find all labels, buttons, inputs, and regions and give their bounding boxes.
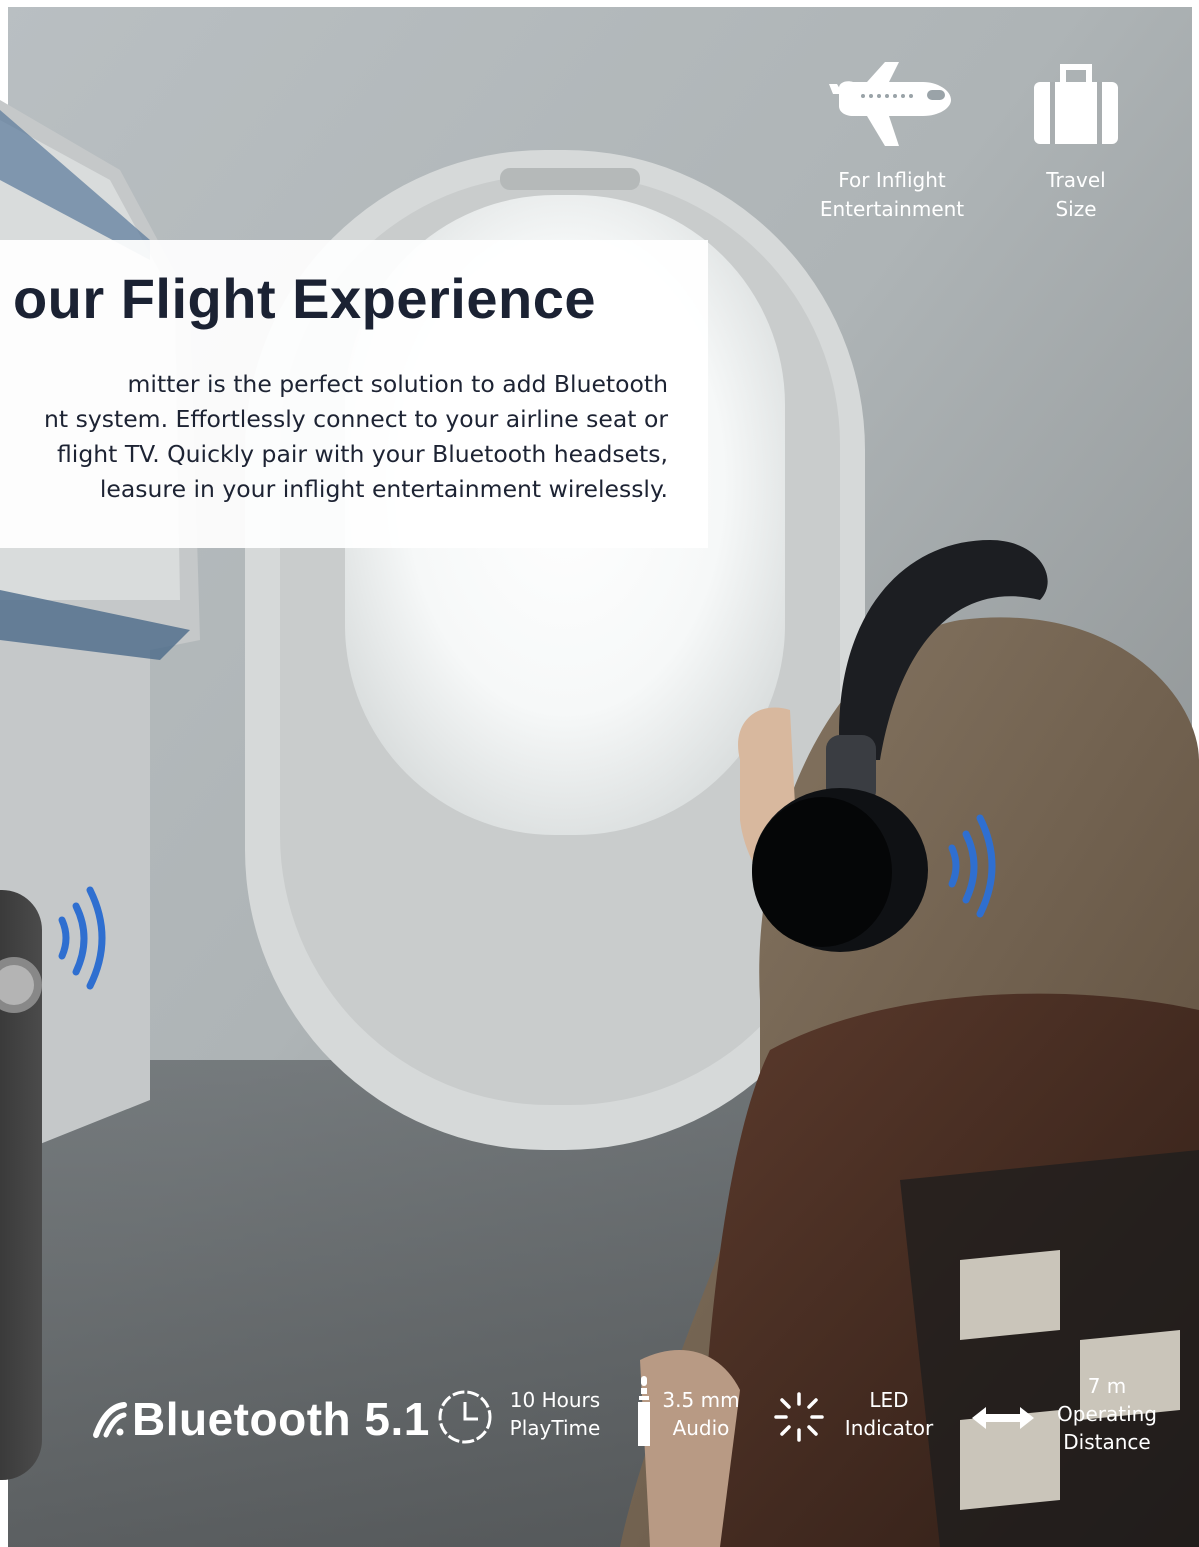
badge-travel-size: Travel Size — [1024, 60, 1128, 224]
feature-led: LED Indicator — [838, 1386, 940, 1442]
wave-signal-icon-right — [948, 814, 996, 918]
bluetooth-label: Bluetooth 5.1 — [132, 1393, 430, 1445]
headline-body: mitter is the perfect solution to add Bl… — [0, 367, 668, 507]
bluetooth-logo-icon — [93, 1402, 127, 1438]
feature-distance: 7 m Operating Distance — [1048, 1372, 1166, 1456]
distance-line3: Distance — [1063, 1430, 1151, 1454]
playtime-line2: PlayTime — [509, 1416, 601, 1440]
headline-body-line: mitter is the perfect solution to add Bl… — [127, 370, 668, 398]
headline-panel: our Flight Experience mitter is the perf… — [0, 240, 708, 548]
distance-line1: 7 m — [1087, 1374, 1127, 1398]
headline-title: our Flight Experience — [12, 267, 596, 330]
badge-inflight-line1: For Inflight — [838, 168, 946, 192]
double-arrow-icon — [972, 1407, 1034, 1429]
badge-inflight: For Inflight Entertainment — [812, 60, 972, 224]
badge-inflight-line2: Entertainment — [819, 197, 965, 221]
airplane-icon — [829, 62, 951, 146]
feature-audio: 3.5 mm Audio — [656, 1386, 746, 1442]
badge-travel-line1: Travel — [1046, 168, 1106, 192]
feature-playtime: 10 Hours PlayTime — [500, 1386, 610, 1442]
led-indicator-icon — [774, 1392, 824, 1442]
wave-signal-icon-left — [58, 886, 106, 990]
airplane-cabin-photo — [0, 0, 1199, 1547]
distance-line2: Operating — [1057, 1402, 1157, 1426]
led-line1: LED — [869, 1388, 909, 1412]
headline-body-line: nt system. Effortlessly connect to your … — [44, 405, 668, 433]
headline-body-line: leasure in your inflight entertainment w… — [99, 475, 668, 503]
hero-scene: For Inflight Entertainment Travel Size o… — [0, 0, 1199, 1547]
led-line2: Indicator — [844, 1416, 934, 1440]
audio-line1: 3.5 mm — [662, 1388, 740, 1412]
playtime-line1: 10 Hours — [509, 1388, 601, 1412]
audio-line2: Audio — [672, 1416, 730, 1440]
headline-body-line: flight TV. Quickly pair with your Blueto… — [57, 440, 668, 468]
audio-jack-icon — [638, 1376, 650, 1446]
bluetooth-version-logo: Bluetooth 5.1 — [88, 1392, 430, 1446]
badge-travel-line2: Size — [1055, 197, 1097, 221]
suitcase-icon — [1034, 64, 1118, 144]
clock-icon — [438, 1390, 492, 1444]
